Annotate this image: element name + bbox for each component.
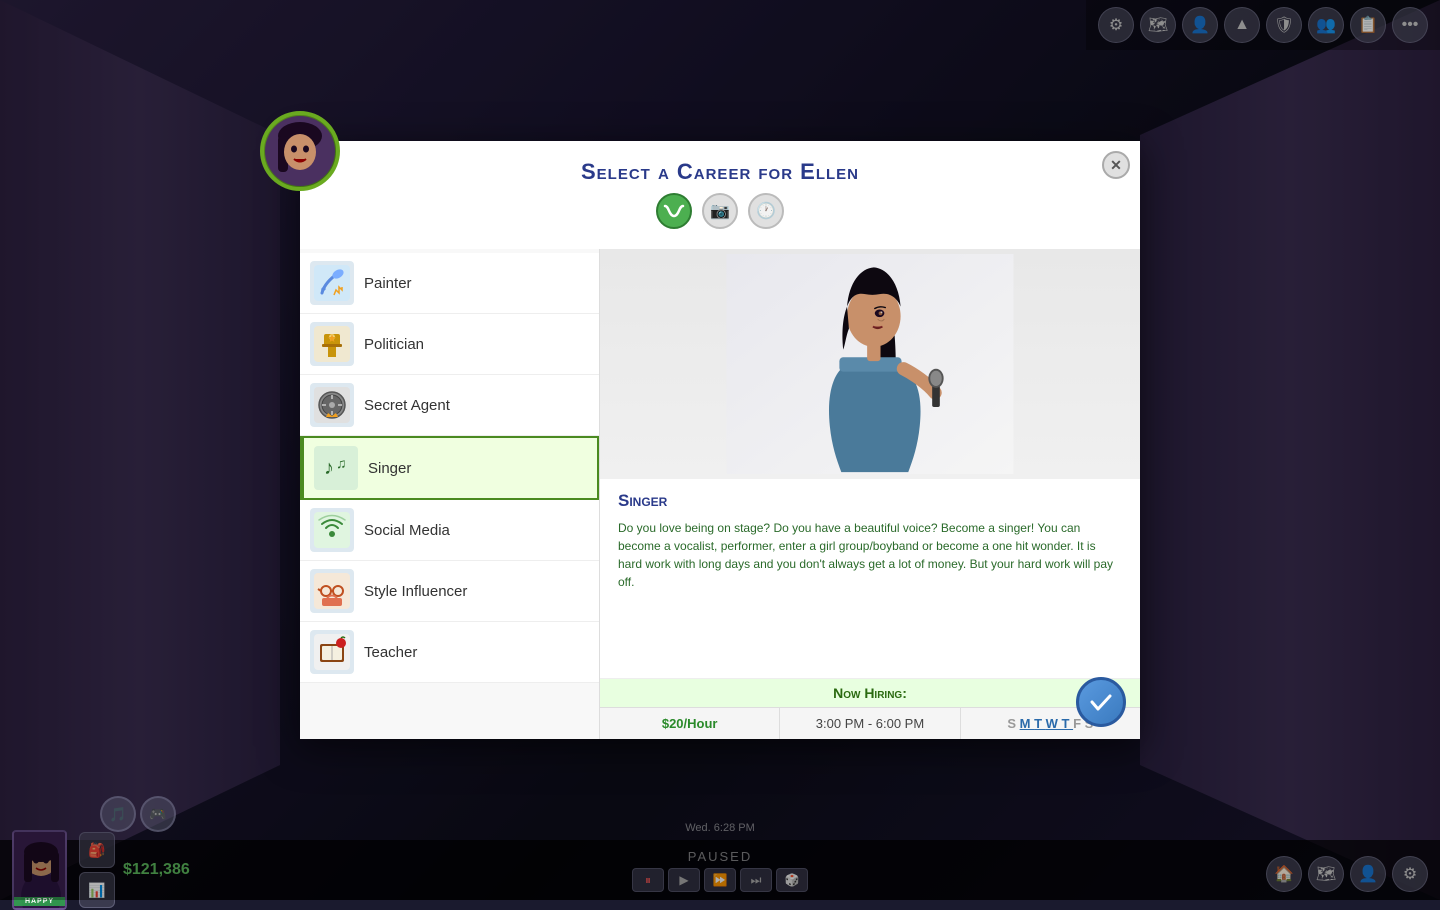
job-details-row: $20/Hour 3:00 PM - 6:00 PM S M T W T F xyxy=(600,707,1140,739)
now-hiring-banner: Now Hiring: xyxy=(600,679,1140,707)
close-button[interactable]: ✕ xyxy=(1102,151,1130,179)
modal-overlay: ✕ Select a Career for Ellen 📷 🕐 xyxy=(0,0,1440,900)
career-item-style-influencer[interactable]: Style Influencer xyxy=(300,561,599,622)
day-t2: T xyxy=(1062,716,1074,731)
painter-label: Painter xyxy=(364,275,412,292)
modal-header: Select a Career for Ellen 📷 🕐 xyxy=(300,141,1140,249)
modal-body: Painter xyxy=(300,249,1140,739)
career-description: Do you love being on stage? Do you have … xyxy=(618,519,1122,591)
career-item-teacher[interactable]: Teacher xyxy=(300,622,599,683)
day-m: M xyxy=(1020,716,1034,731)
secret-agent-icon xyxy=(310,383,354,427)
teacher-label: Teacher xyxy=(364,644,417,661)
career-item-politician[interactable]: Politician xyxy=(300,314,599,375)
svg-text:♫: ♫ xyxy=(336,455,347,471)
career-list-panel: Painter xyxy=(300,249,600,739)
social-media-label: Social Media xyxy=(364,522,450,539)
career-item-social-media[interactable]: Social Media xyxy=(300,500,599,561)
career-selection-modal: ✕ Select a Career for Ellen 📷 🕐 xyxy=(300,141,1140,739)
day-w: W xyxy=(1046,716,1062,731)
career-item-secret-agent[interactable]: Secret Agent xyxy=(300,375,599,436)
confirm-button[interactable] xyxy=(1076,677,1126,727)
career-detail-panel: Singer Do you love being on stage? Do yo… xyxy=(600,249,1140,739)
singer-icon: ♪ ♫ xyxy=(314,446,358,490)
career-image-area xyxy=(600,249,1140,479)
politician-icon xyxy=(310,322,354,366)
style-influencer-label: Style Influencer xyxy=(364,583,467,600)
filter-all-careers[interactable] xyxy=(656,193,692,229)
sim-avatar xyxy=(260,111,340,191)
day-t1: T xyxy=(1034,716,1046,731)
svg-text:♪: ♪ xyxy=(324,457,334,479)
career-detail-title: Singer xyxy=(618,491,1122,511)
painter-icon xyxy=(310,261,354,305)
schedule-cell: 3:00 PM - 6:00 PM xyxy=(780,708,960,739)
singer-label: Singer xyxy=(368,460,411,477)
politician-label: Politician xyxy=(364,336,424,353)
now-hiring-section: Now Hiring: $20/Hour 3:00 PM - 6:00 PM S… xyxy=(600,678,1140,739)
day-s1: S xyxy=(1007,716,1019,731)
filter-clock[interactable]: 🕐 xyxy=(748,193,784,229)
career-info-area: Singer Do you love being on stage? Do yo… xyxy=(600,479,1140,678)
teacher-icon xyxy=(310,630,354,674)
style-influencer-icon xyxy=(310,569,354,613)
social-media-icon xyxy=(310,508,354,552)
career-item-painter[interactable]: Painter xyxy=(300,253,599,314)
schedule-time: 3:00 PM - 6:00 PM xyxy=(816,716,924,731)
secret-agent-label: Secret Agent xyxy=(364,397,450,414)
pay-cell: $20/Hour xyxy=(600,708,780,739)
career-item-singer[interactable]: ♪ ♫ Singer xyxy=(300,436,599,500)
filter-row: 📷 🕐 xyxy=(320,185,1120,241)
modal-title: Select a Career for Ellen xyxy=(320,159,1120,185)
pay-amount: $20/Hour xyxy=(662,716,718,731)
filter-camera[interactable]: 📷 xyxy=(702,193,738,229)
